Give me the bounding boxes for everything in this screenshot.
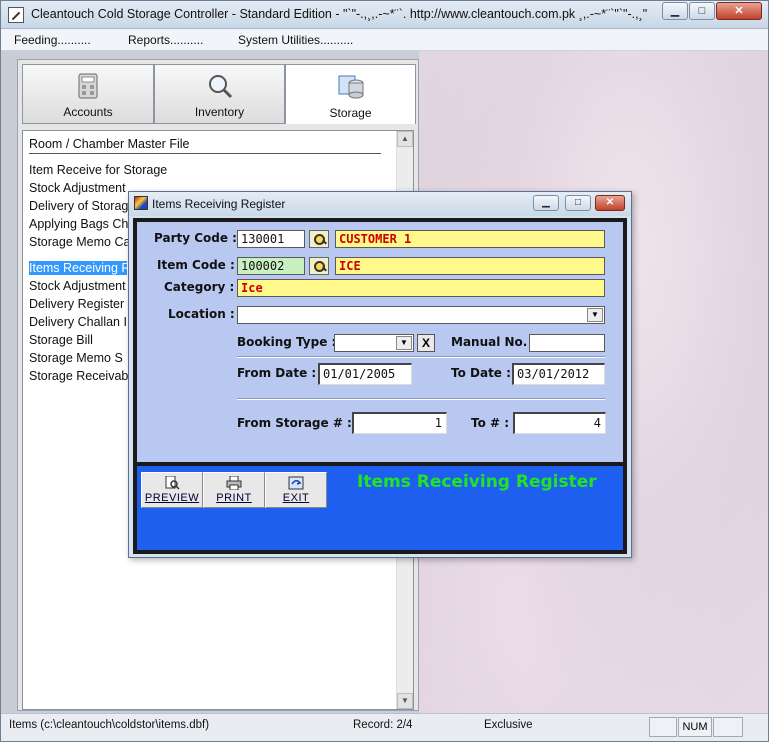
printer-icon [226,476,242,490]
tab-label-accounts: Accounts [63,105,113,119]
category-field: Ice [237,279,605,297]
list-item-selected[interactable]: Items Receiving R [29,261,127,275]
to-date-field[interactable]: 03/01/2012 [512,363,605,385]
booking-type-dropdown-icon[interactable]: ▼ [396,336,412,350]
preview-label: PREVIEW [144,492,200,504]
scroll-up-button[interactable]: ▲ [397,131,413,147]
status-num: NUM [678,717,712,737]
menu-reports[interactable]: Reports.......... [128,33,203,47]
manual-no-label: Manual No. [451,335,528,349]
menu-system-utilities[interactable]: System Utilities.......... [238,33,353,47]
tab-accounts[interactable]: Accounts [22,64,154,124]
preview-button[interactable]: PREVIEW [141,472,203,508]
app-icon [8,7,24,23]
location-dropdown-icon[interactable]: ▼ [587,308,603,322]
dialog-title-bar: Items Receiving Register ▁ □ ✕ [129,192,631,216]
status-bar: Items (c:\cleantouch\coldstor\items.dbf)… [1,713,768,741]
section-divider [237,356,605,358]
status-panel-caps [649,717,677,737]
tab-inventory[interactable]: Inventory [154,64,285,124]
section-divider [237,398,605,400]
form-area: Party Code : 130001 CUSTOMER 1 Item Code… [137,222,623,462]
exit-icon [288,476,304,490]
items-receiving-register-dialog: Items Receiving Register ▁ □ ✕ Party Cod… [128,191,632,558]
magnifier-icon [208,75,232,99]
title-bar: Cleantouch Cold Storage Controller - Sta… [1,1,768,29]
preview-icon [165,476,180,490]
item-code-label: Item Code : [157,258,235,272]
tab-label-storage: Storage [329,106,372,120]
from-date-label: From Date : [237,366,317,380]
close-button[interactable]: ✕ [716,2,762,20]
manual-no-field[interactable] [529,334,605,352]
party-name-field: CUSTOMER 1 [335,230,605,248]
to-storage-label: To # : [471,416,510,430]
report-banner: Items Receiving Register [357,472,597,492]
calculator-icon [78,73,98,99]
location-select[interactable] [237,306,605,324]
clear-booking-button[interactable]: X [417,334,435,352]
category-label: Category : [164,280,235,294]
party-lookup-icon[interactable] [309,230,329,248]
dialog-minimize-button[interactable]: ▁ [533,195,559,211]
item-code-field[interactable]: 100002 [237,257,305,275]
tab-label-inventory: Inventory [194,105,245,119]
status-record: Record: 2/4 [353,719,413,731]
dialog-app-icon [134,196,148,210]
maximize-button[interactable]: □ [689,2,715,20]
storage-icon [338,75,363,99]
dialog-close-button[interactable]: ✕ [595,195,625,211]
party-code-field[interactable]: 130001 [237,230,305,248]
item-lookup-icon[interactable] [309,257,329,275]
from-storage-label: From Storage # : [237,416,352,430]
status-panel-scroll [713,717,743,737]
from-storage-field[interactable]: 1 [352,412,447,434]
dialog-maximize-button[interactable]: □ [565,195,591,211]
window-title: Cleantouch Cold Storage Controller - Sta… [31,7,648,21]
minimize-button[interactable]: ▁ [662,2,688,20]
to-date-label: To Date : [451,366,511,380]
list-item[interactable]: Room / Chamber Master File [29,137,399,151]
status-mode: Exclusive [484,719,533,731]
print-button[interactable]: PRINT [203,472,265,508]
dialog-body: Party Code : 130001 CUSTOMER 1 Item Code… [133,218,627,554]
location-label: Location : [168,307,235,321]
list-item[interactable]: Item Receive for Storage [29,163,399,177]
print-label: PRINT [216,492,252,504]
scroll-down-button[interactable]: ▼ [397,693,413,709]
status-file: Items (c:\cleantouch\coldstor\items.dbf) [9,719,210,731]
menu-bar: Feeding.......... Reports.......... Syst… [1,29,768,51]
item-name-field: ICE [335,257,605,275]
action-area: PREVIEW PRINT EXIT Items Receiving Regis… [137,466,623,550]
exit-label: EXIT [282,492,310,504]
list-separator [29,153,381,154]
party-code-label: Party Code : [154,231,237,245]
menu-feeding[interactable]: Feeding.......... [14,33,91,47]
from-date-field[interactable]: 01/01/2005 [318,363,412,385]
booking-type-label: Booking Type : [237,335,337,349]
exit-button[interactable]: EXIT [265,472,327,508]
tab-storage[interactable]: Storage [285,64,416,124]
dialog-title: Items Receiving Register [152,197,286,211]
to-storage-field[interactable]: 4 [513,412,606,434]
